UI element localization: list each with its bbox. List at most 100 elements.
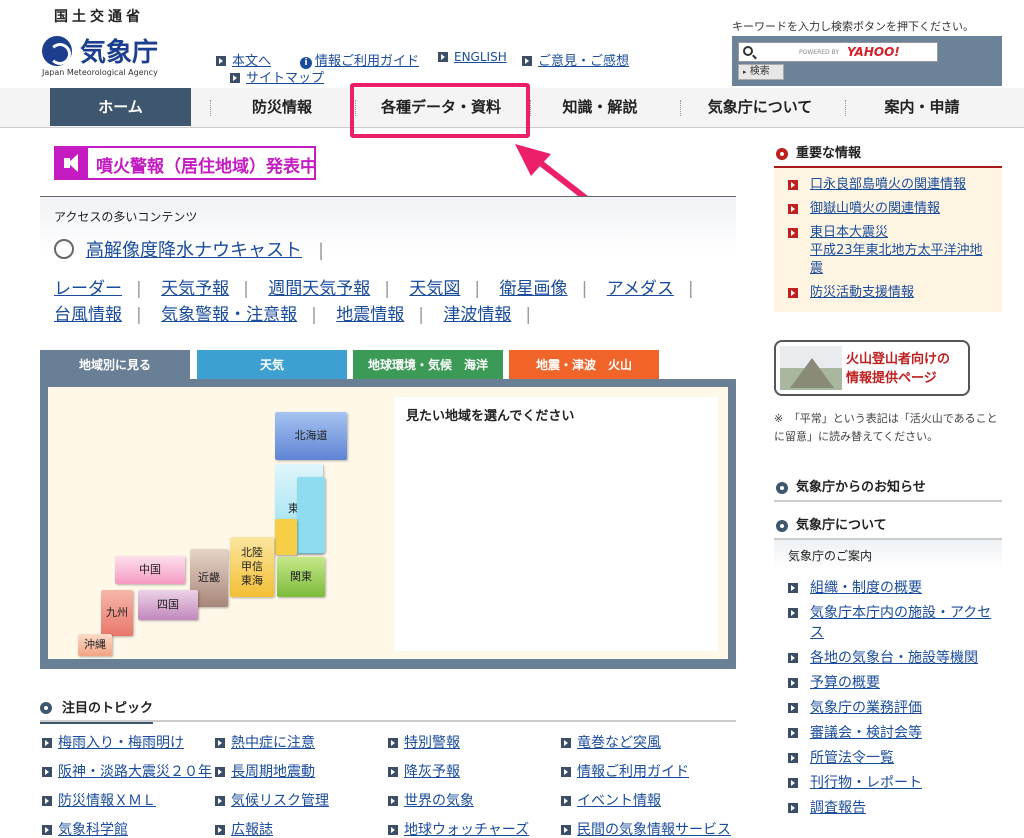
about-facilities[interactable]: 気象庁本庁内の施設・アクセス xyxy=(774,603,1002,643)
region-hokuriku-koshin-tokai[interactable]: 北陸 甲信 東海 xyxy=(230,537,274,597)
region-tohoku-east[interactable] xyxy=(297,477,325,553)
nav-home[interactable]: ホーム xyxy=(50,88,191,126)
nav-disaster-info[interactable]: 防災情報 xyxy=(212,88,352,126)
speaker-icon xyxy=(56,148,88,178)
arrow-bullet-icon xyxy=(788,583,798,593)
logo-title: 気象庁 xyxy=(80,38,159,68)
util-english[interactable]: ENGLISH xyxy=(438,50,507,65)
link-amedas[interactable]: アメダス xyxy=(607,279,674,299)
notices-header[interactable]: 気象庁からのお知らせ xyxy=(774,474,1002,502)
topic-xml[interactable]: 防災情報ＸＭＬ xyxy=(42,790,156,810)
about-councils[interactable]: 審議会・検討会等 xyxy=(774,723,1002,743)
about-subheading: 気象庁のご案内 xyxy=(774,540,1002,570)
popular-contents-title: アクセスの多いコンテンツ xyxy=(54,210,198,224)
nowcast-link[interactable]: 高解像度降水ナウキャスト | xyxy=(54,236,324,262)
arrow-bullet-icon xyxy=(788,778,798,788)
popular-links-row-1: レーダー | 天気予報 | 週間天気予報 | 天気図 | 衛星画像 | アメダス | xyxy=(54,279,694,299)
topic-science-museum[interactable]: 気象科学館 xyxy=(42,819,128,838)
topics-title: 注目のトピック xyxy=(40,697,154,724)
topic-private-services[interactable]: 民間の気象情報サービス xyxy=(561,819,731,838)
important-great-east-japan[interactable]: 東日本大震災 平成23年東北地方太平洋沖地震 xyxy=(788,224,994,278)
about-budget[interactable]: 予算の概要 xyxy=(774,673,1002,693)
logo-english: Japan Meteorological Agency xyxy=(42,68,158,77)
region-kyushu[interactable]: 九州 xyxy=(101,590,133,636)
about-header: 気象庁について xyxy=(774,512,1002,540)
tab-by-region[interactable]: 地域別に見る xyxy=(40,350,190,380)
topic-ashfall[interactable]: 降灰予報 xyxy=(388,761,460,781)
region-chugoku[interactable]: 中国 xyxy=(115,556,185,584)
circle-bullet-icon xyxy=(776,148,788,160)
important-ontake[interactable]: 御嶽山噴火の関連情報 xyxy=(788,200,994,218)
arrow-bullet-icon xyxy=(788,678,798,688)
region-kanto[interactable]: 関東 xyxy=(277,557,325,597)
region-hokkaido[interactable]: 北海道 xyxy=(275,412,347,460)
region-hokuriku-north[interactable] xyxy=(275,519,297,555)
about-publications[interactable]: 刊行物・レポート xyxy=(774,773,1002,793)
important-kuchinoerabu[interactable]: 口永良部島噴火の関連情報 xyxy=(788,176,994,194)
eruption-alert-banner[interactable]: 噴火警報（居住地域）発表中 xyxy=(54,146,317,180)
arrow-bullet-icon xyxy=(42,796,52,806)
yahoo-logo: YAHOO! xyxy=(847,45,900,59)
highlight-box xyxy=(350,83,530,138)
topic-usage-guide[interactable]: 情報ご利用ガイド xyxy=(561,761,689,781)
link-forecast[interactable]: 天気予報 xyxy=(161,279,229,299)
important-info-list: 口永良部島噴火の関連情報 御嶽山噴火の関連情報 東日本大震災 平成23年東北地方… xyxy=(774,168,1002,312)
about-laws[interactable]: 所管法令一覧 xyxy=(774,748,1002,768)
nav-knowledge[interactable]: 知識・解説 xyxy=(534,88,666,126)
link-weekly-forecast[interactable]: 週間天気予報 xyxy=(268,279,370,299)
topic-special-warning[interactable]: 特別警報 xyxy=(388,732,460,752)
arrow-bullet-icon xyxy=(388,825,398,835)
topic-world-weather[interactable]: 世界の気象 xyxy=(388,790,474,810)
about-local-offices[interactable]: 各地の気象台・施設等機関 xyxy=(774,648,1002,668)
magnifier-icon xyxy=(54,239,74,259)
circle-bullet-icon xyxy=(776,482,788,494)
topic-pr-magazine[interactable]: 広報誌 xyxy=(215,819,273,838)
link-tsunami[interactable]: 津波情報 xyxy=(443,305,511,325)
jma-notices: 気象庁からのお知らせ xyxy=(774,474,1002,502)
link-earthquake[interactable]: 地震情報 xyxy=(336,305,404,325)
arrow-bullet-icon xyxy=(788,703,798,713)
topic-rainy-season[interactable]: 梅雨入り・梅雨明け xyxy=(42,732,184,752)
tab-earthquake-volcano[interactable]: 地震・津波 火山 xyxy=(509,350,659,380)
arrow-bullet-icon xyxy=(388,767,398,777)
volcano-climber-banner[interactable]: 火山登山者向けの 情報提供ページ xyxy=(774,340,970,396)
topic-tornado[interactable]: 竜巻など突風 xyxy=(561,732,661,752)
topic-hanshin[interactable]: 阪神・淡路大震災２０年 xyxy=(42,761,212,781)
tab-weather[interactable]: 天気 xyxy=(197,350,347,380)
circle-bullet-icon xyxy=(40,702,52,714)
about-reports[interactable]: 調査報告 xyxy=(774,798,1002,818)
about-list: 組織・制度の概要 気象庁本庁内の施設・アクセス 各地の気象台・施設等機関 予算の… xyxy=(774,570,1002,818)
region-shikoku[interactable]: 四国 xyxy=(138,590,198,620)
nav-guidance[interactable]: 案内・申請 xyxy=(852,88,992,126)
region-info-panel: 見たい地域を選んでください xyxy=(394,397,718,651)
arrow-bullet-icon xyxy=(215,825,225,835)
jma-logo[interactable]: 国土交通省 気象庁 Japan Meteorological Agency xyxy=(42,6,172,77)
link-typhoon[interactable]: 台風情報 xyxy=(54,305,122,325)
nav-about-jma[interactable]: 気象庁について xyxy=(690,88,830,126)
search-input[interactable]: POWERED BY YAHOO! xyxy=(738,42,938,62)
search-button[interactable]: ▸ 検索 xyxy=(738,64,784,80)
tab-environment[interactable]: 地球環境・気候 海洋 xyxy=(353,350,503,380)
important-disaster-support[interactable]: 防災活動支援情報 xyxy=(788,284,994,302)
arrow-bullet-icon xyxy=(561,825,571,835)
link-radar[interactable]: レーダー xyxy=(54,279,122,299)
about-organization[interactable]: 組織・制度の概要 xyxy=(774,578,1002,598)
alert-text: 噴火警報（居住地域）発表中 xyxy=(96,157,317,177)
important-info-header: 重要な情報 xyxy=(774,140,1002,168)
about-evaluation[interactable]: 気象庁の業務評価 xyxy=(774,698,1002,718)
topic-long-period[interactable]: 長周期地震動 xyxy=(215,761,315,781)
logo-ministry: 国土交通省 xyxy=(54,9,144,25)
volcano-image xyxy=(780,346,842,390)
link-satellite[interactable]: 衛星画像 xyxy=(500,279,568,299)
nav-divider xyxy=(210,100,211,116)
topic-climate-risk[interactable]: 気候リスク管理 xyxy=(215,790,329,810)
util-opinion[interactable]: ご意見・ご感想 xyxy=(522,50,629,69)
region-okinawa[interactable]: 沖縄 xyxy=(78,634,112,656)
util-sitemap[interactable]: サイトマップ xyxy=(230,67,324,86)
topic-heatstroke[interactable]: 熱中症に注意 xyxy=(215,732,315,752)
topic-earth-watchers[interactable]: 地球ウォッチャーズ xyxy=(388,819,529,838)
link-warnings[interactable]: 気象警報・注意報 xyxy=(161,305,297,325)
arrow-bullet-icon xyxy=(388,796,398,806)
topic-events[interactable]: イベント情報 xyxy=(561,790,661,810)
link-weather-map[interactable]: 天気図 xyxy=(409,279,460,299)
